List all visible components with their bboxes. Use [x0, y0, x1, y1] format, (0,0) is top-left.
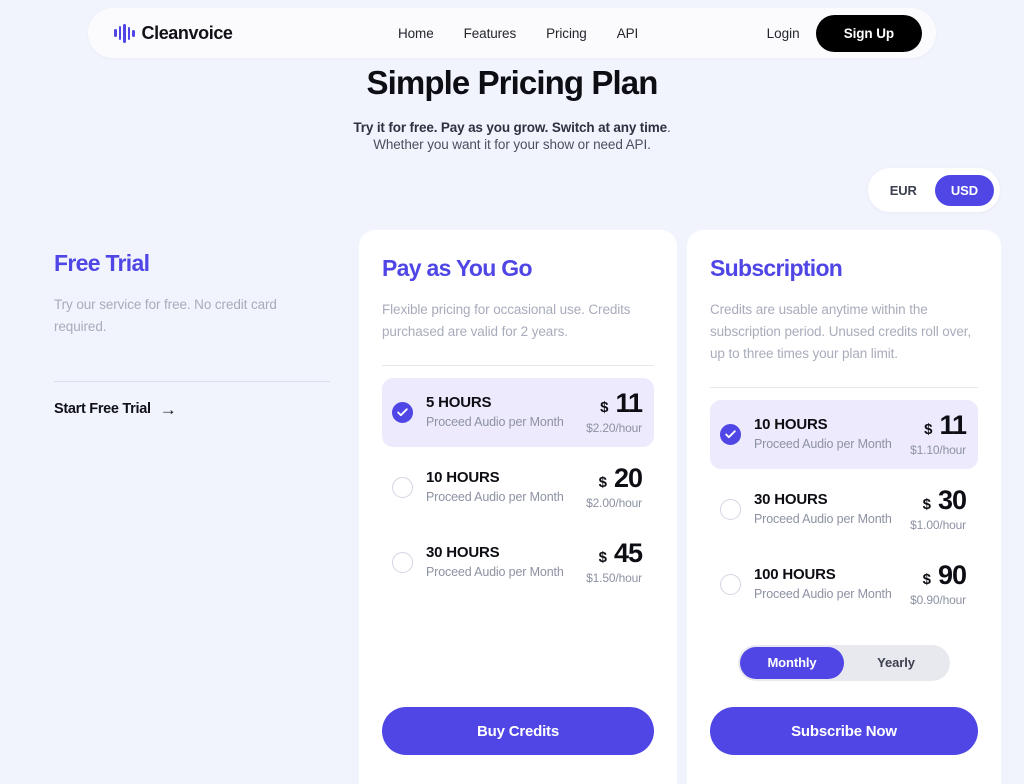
subscription-option-hours: 10 HOURS: [754, 415, 828, 433]
payg-option-amount: 20: [613, 462, 643, 493]
currency-option-usd[interactable]: USD: [934, 174, 994, 206]
subscription-option-list: 10 HOURS Proceed Audio per Month $ 11 $1…: [710, 399, 978, 619]
subscription-option-sub: Proceed Audio per Month: [754, 511, 892, 526]
payg-option-hours: 30 HOURS: [426, 543, 500, 561]
radio-unselected-icon[interactable]: [392, 551, 413, 573]
subscription-option-per-hour: $1.00/hour: [910, 517, 966, 532]
check-icon: [721, 425, 740, 444]
nav-link-home[interactable]: Home: [398, 26, 434, 41]
subscription-option-per-hour: $1.10/hour: [910, 442, 966, 457]
subscription-option-amount: 30: [937, 484, 967, 515]
buy-credits-button[interactable]: Buy Credits: [382, 707, 654, 755]
payg-option-hours: 5 HOURS: [426, 393, 492, 411]
subscription-option-amount: 90: [937, 559, 967, 590]
subscription-option-currency: $: [922, 495, 931, 513]
subscription-option-hours: 100 HOURS: [754, 565, 836, 583]
pay-as-you-go-card: Pay as You Go Flexible pricing for occas…: [359, 230, 677, 784]
check-icon: [393, 403, 412, 422]
start-free-trial-label: Start Free Trial: [54, 401, 151, 418]
page-title: Simple Pricing Plan: [366, 64, 659, 101]
navbar: Cleanvoice Home Features Pricing API Log…: [88, 8, 936, 58]
payg-option-row[interactable]: 30 HOURS Proceed Audio per Month $ 45 $1…: [382, 528, 654, 597]
payg-option-currency: $: [600, 398, 609, 416]
arrow-right-icon: →: [159, 399, 177, 419]
subscription-option-currency: $: [924, 420, 933, 438]
subscription-option-sub: Proceed Audio per Month: [754, 586, 892, 601]
subscription-option-per-hour: $0.90/hour: [910, 592, 966, 607]
payg-option-row[interactable]: 5 HOURS Proceed Audio per Month $ 11 $2.…: [382, 377, 654, 447]
signup-button[interactable]: Sign Up: [815, 14, 922, 52]
brand-name: Cleanvoice: [141, 22, 233, 43]
audio-waveform-icon: [114, 23, 135, 43]
billing-option-yearly[interactable]: Yearly: [844, 647, 948, 679]
billing-period-toggle: Monthly Yearly: [738, 644, 950, 681]
subscription-option-row[interactable]: 30 HOURS Proceed Audio per Month $ 30 $1…: [710, 475, 978, 544]
hero-subline-bold-tail: .: [666, 120, 671, 135]
payg-title: Pay as You Go: [382, 255, 533, 281]
payg-option-list: 5 HOURS Proceed Audio per Month $ 11 $2.…: [382, 377, 654, 597]
subscription-description: Credits are usable anytime within the su…: [710, 302, 972, 361]
payg-divider: [382, 364, 654, 366]
free-trial-column: Free Trial Try our service for free. No …: [54, 250, 330, 418]
login-link[interactable]: Login: [767, 26, 800, 41]
payg-option-sub: Proceed Audio per Month: [426, 414, 564, 429]
radio-unselected-icon[interactable]: [720, 498, 741, 520]
nav-links: Home Features Pricing API: [398, 26, 638, 41]
subscription-option-hours: 30 HOURS: [754, 490, 828, 508]
subscription-option-currency: $: [922, 570, 931, 588]
payg-option-row[interactable]: 10 HOURS Proceed Audio per Month $ 20 $2…: [382, 453, 654, 522]
free-trial-description: Try our service for free. No credit card…: [54, 297, 277, 334]
payg-option-per-hour: $2.00/hour: [586, 495, 642, 510]
subscribe-now-button[interactable]: Subscribe Now: [710, 707, 978, 755]
nav-link-api[interactable]: API: [617, 26, 639, 41]
brand-logo[interactable]: Cleanvoice: [114, 23, 233, 44]
subscription-option-sub: Proceed Audio per Month: [754, 436, 892, 451]
currency-toggle: EUR USD: [867, 168, 1000, 212]
radio-selected-icon[interactable]: [720, 423, 741, 445]
subscription-divider: [710, 386, 978, 388]
radio-selected-icon[interactable]: [392, 401, 413, 423]
payg-option-sub: Proceed Audio per Month: [426, 489, 564, 504]
subscription-option-row[interactable]: 10 HOURS Proceed Audio per Month $ 11 $1…: [710, 399, 978, 469]
payg-option-currency: $: [598, 548, 607, 566]
radio-unselected-icon[interactable]: [392, 476, 413, 498]
nav-link-pricing[interactable]: Pricing: [546, 26, 587, 41]
nav-actions: Login Sign Up: [767, 14, 922, 52]
nav-link-features[interactable]: Features: [464, 26, 517, 41]
hero-subline-bold: Try it for free. Pay as you grow. Switch…: [0, 120, 1024, 135]
subscription-title: Subscription: [710, 255, 843, 281]
subscription-card: Subscription Credits are usable anytime …: [687, 230, 1001, 784]
hero-subline-normal: Whether you want it for your show or nee…: [373, 137, 651, 152]
hero-subline-bold-text: Try it for free. Pay as you grow. Switch…: [353, 120, 667, 135]
subscription-option-row[interactable]: 100 HOURS Proceed Audio per Month $ 90 $…: [710, 550, 978, 619]
radio-unselected-icon[interactable]: [720, 573, 741, 595]
subscription-option-amount: 11: [939, 409, 967, 440]
billing-option-monthly[interactable]: Monthly: [740, 646, 844, 679]
payg-option-hours: 10 HOURS: [426, 468, 500, 486]
payg-description: Flexible pricing for occasional use. Cre…: [382, 302, 631, 339]
currency-option-eur[interactable]: EUR: [874, 175, 933, 206]
payg-option-amount: 11: [615, 387, 643, 418]
payg-option-sub: Proceed Audio per Month: [426, 564, 564, 579]
free-trial-divider: [54, 380, 330, 382]
payg-option-per-hour: $1.50/hour: [586, 570, 642, 585]
free-trial-title: Free Trial: [54, 250, 150, 276]
payg-option-per-hour: $2.20/hour: [586, 420, 642, 435]
payg-option-amount: 45: [613, 537, 643, 568]
payg-option-currency: $: [598, 473, 607, 491]
start-free-trial-link[interactable]: Start Free Trial →: [54, 399, 177, 419]
